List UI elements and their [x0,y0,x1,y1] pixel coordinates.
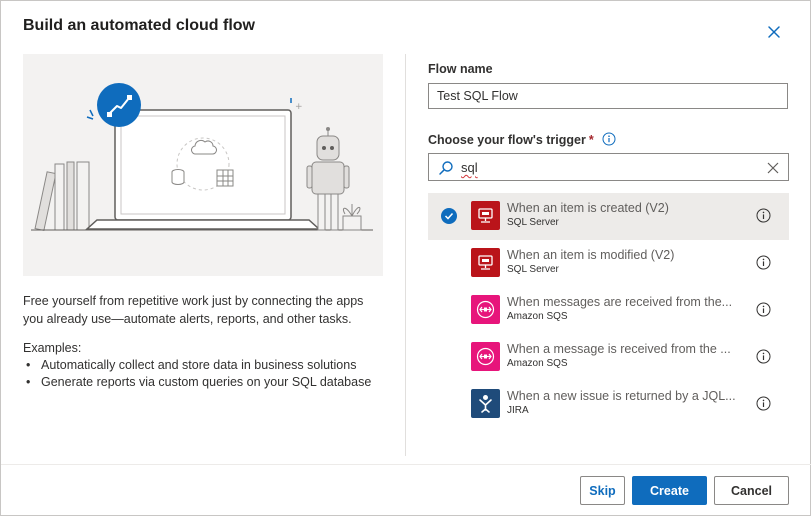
create-button[interactable]: Create [632,476,707,505]
examples-list: Automatically collect and store data in … [23,357,371,391]
example-item: Automatically collect and store data in … [23,357,371,374]
amazon-sqs-icon [471,342,500,371]
close-button[interactable] [765,23,783,41]
flow-name-label: Flow name [428,62,493,76]
clear-search-icon[interactable] [767,161,779,179]
trigger-item[interactable]: When a new issue is returned by a JQL...… [428,381,789,428]
example-item: Generate reports via custom queries on y… [23,374,371,391]
search-value: sql [461,160,478,175]
trigger-info-icon[interactable] [756,396,771,416]
info-icon[interactable] [602,132,616,149]
sql-server-icon [471,201,500,230]
vertical-divider [405,54,406,456]
required-mark: * [588,133,594,147]
jira-icon [471,389,500,418]
trigger-item[interactable]: When messages are received from the... A… [428,287,789,334]
dialog-title: Build an automated cloud flow [23,17,255,34]
trigger-list: When an item is created (V2) SQL Server … [428,193,789,428]
examples-heading: Examples: [23,341,82,355]
trigger-info-icon[interactable] [756,255,771,275]
selected-check-icon [441,208,457,224]
trigger-connector: SQL Server [507,264,559,275]
svg-text:+: + [295,102,303,112]
flow-illustration: + [23,54,383,276]
trigger-search-input[interactable]: sql [428,153,789,181]
flow-name-input[interactable] [428,83,788,109]
dialog-description: Free yourself from repetitive work just … [23,294,364,326]
trigger-item[interactable]: When an item is created (V2) SQL Server [428,193,789,240]
trigger-name: When a new issue is returned by a JQL... [507,389,736,403]
trigger-item[interactable]: When a message is received from the ... … [428,334,789,381]
footer-divider [1,464,811,465]
trigger-connector: Amazon SQS [507,358,568,369]
search-icon [438,160,454,181]
trigger-connector: Amazon SQS [507,311,568,322]
trigger-name: When an item is modified (V2) [507,248,675,262]
trigger-connector: SQL Server [507,217,559,228]
sql-server-icon [471,248,500,277]
trigger-name: When a message is received from the ... [507,342,731,356]
trigger-label: Choose your flow's trigger [428,133,586,147]
trigger-label-row: Choose your flow's trigger * [428,132,616,149]
skip-button[interactable]: Skip [580,476,625,505]
close-icon [768,26,780,38]
trigger-name: When messages are received from the... [507,295,733,309]
trigger-info-icon[interactable] [756,349,771,369]
trigger-item[interactable]: When an item is modified (V2) SQL Server [428,240,789,287]
trigger-info-icon[interactable] [756,208,771,228]
trigger-name: When an item is created (V2) [507,201,669,215]
trigger-connector: JIRA [507,405,529,416]
cancel-button[interactable]: Cancel [714,476,789,505]
amazon-sqs-icon [471,295,500,324]
trigger-info-icon[interactable] [756,302,771,322]
build-flow-dialog: Build an automated cloud flow + Free you… [0,0,811,516]
